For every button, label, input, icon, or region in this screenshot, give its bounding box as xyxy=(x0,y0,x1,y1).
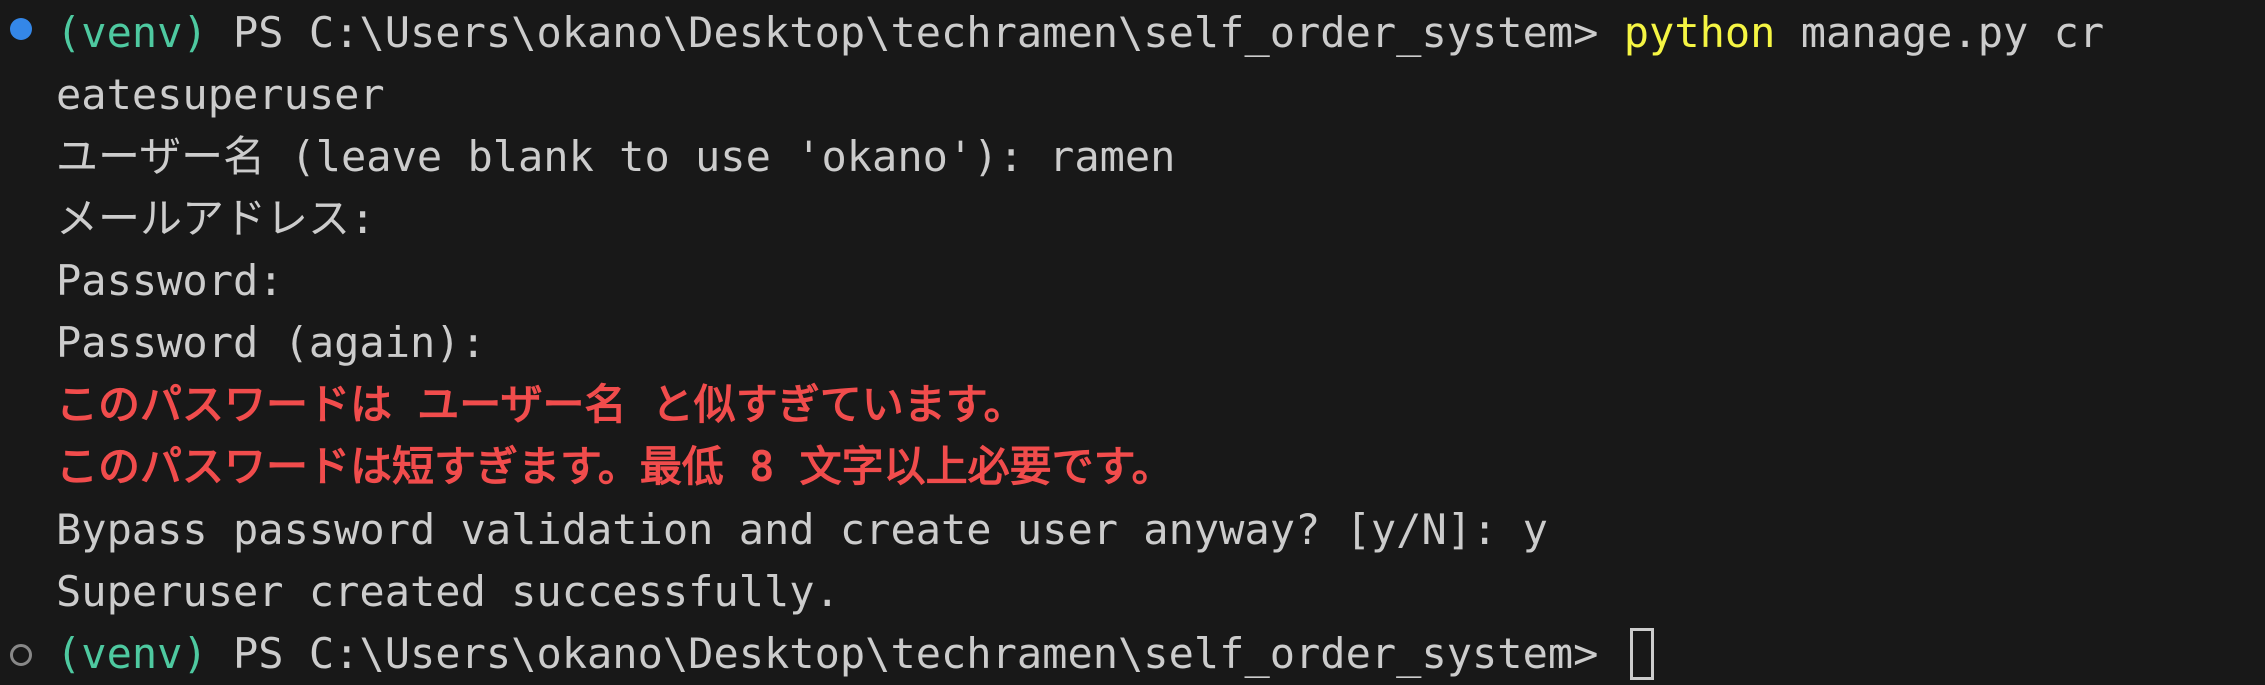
terminal-output[interactable]: (venv) PS C:\Users\okano\Desktop\techram… xyxy=(0,0,2265,685)
prompt-path: PS C:\Users\okano\Desktop\techramen\self… xyxy=(207,629,1624,678)
command-args: manage.py cr xyxy=(1775,8,2105,57)
venv-label: (venv) xyxy=(56,8,208,57)
command-default-decoration-icon[interactable] xyxy=(10,644,32,666)
terminal-cursor xyxy=(1629,627,1654,680)
username-prompt: ユーザー名 (leave blank to use 'okano'): rame… xyxy=(56,132,1176,181)
venv-label: (venv) xyxy=(56,629,208,678)
bypass-prompt: Bypass password validation and create us… xyxy=(56,505,1548,554)
prompt-path: PS C:\Users\okano\Desktop\techramen\self… xyxy=(207,8,1624,57)
prompt-line-2: (venv) PS C:\Users\okano\Desktop\techram… xyxy=(56,623,1654,685)
error-message-too-short: このパスワードは短すぎます。最低 8 文字以上必要です。 xyxy=(56,442,1174,491)
prompt-line-1: (venv) PS C:\Users\okano\Desktop\techram… xyxy=(56,2,2104,64)
error-message-similar: このパスワードは ユーザー名 と似すぎています。 xyxy=(56,380,1026,429)
command-wrap-line: eatesuperuser xyxy=(56,70,385,119)
command-success-decoration-icon[interactable] xyxy=(10,18,32,40)
success-message: Superuser created successfully. xyxy=(56,567,840,616)
command-keyword: python xyxy=(1623,8,1776,57)
password-prompt: Password: xyxy=(56,256,284,305)
email-prompt: メールアドレス: xyxy=(56,194,376,243)
password-again-prompt: Password (again): xyxy=(56,318,486,367)
